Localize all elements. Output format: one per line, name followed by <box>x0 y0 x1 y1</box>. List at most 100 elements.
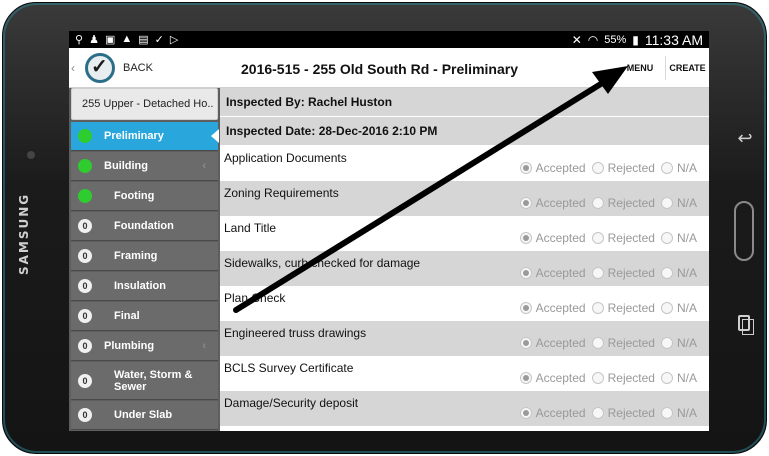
sidebar-item-water-storm-sewer[interactable]: 0 Water, Storm & Sewer <box>71 362 218 400</box>
status-count-badge: 0 <box>78 373 92 388</box>
option-label-na: N/A <box>676 231 697 245</box>
sidebar-item-foundation[interactable]: 0 Foundation <box>71 212 218 241</box>
status-dot-complete <box>78 159 92 173</box>
radio-rejected[interactable] <box>591 302 604 314</box>
radio-rejected[interactable] <box>591 372 604 384</box>
front-camera <box>27 151 35 159</box>
app-logo-icon[interactable]: ✓ <box>85 52 115 83</box>
option-group: Accepted Rejected N/A <box>519 266 699 280</box>
image-icon: ▤ <box>138 34 149 46</box>
sidebar-item-building[interactable]: Building ‹ <box>71 152 218 181</box>
chevron-left-icon: ‹ <box>202 340 206 352</box>
chevron-left-icon: ‹ <box>202 160 206 172</box>
radio-accepted[interactable] <box>519 162 532 174</box>
play-icon: ▷ <box>169 34 179 46</box>
sidebar-item-footing[interactable]: Footing <box>71 182 218 211</box>
radio-accepted[interactable] <box>519 407 532 419</box>
sidebar-item-under-slab[interactable]: 0 Under Slab <box>71 401 218 430</box>
sidebar-item-label: Water, Storm & Sewer <box>114 368 193 393</box>
clock: 11:33 AM <box>644 31 703 48</box>
radio-na[interactable] <box>660 302 673 314</box>
tablet-frame: SAMSUNG ↩ ⚲ ♟ ▣ ▲ ▤ ✓ ▷ ✕ ◠ 55% ▮ 11:33 … <box>2 2 767 454</box>
checklist-item-label: Sidewalks, curb checked for damage <box>224 256 421 270</box>
create-button[interactable]: CREATE <box>665 56 709 80</box>
radio-na[interactable] <box>660 232 673 244</box>
radio-accepted[interactable] <box>519 197 532 209</box>
warning-icon: ▲ <box>121 33 133 45</box>
option-label-rejected: Rejected <box>607 196 655 210</box>
option-label-na: N/A <box>676 371 697 385</box>
status-bar: ⚲ ♟ ▣ ▲ ▤ ✓ ▷ ✕ ◠ 55% ▮ 11:33 AM <box>69 31 709 48</box>
radio-rejected[interactable] <box>591 197 604 209</box>
inspected-date: Inspected Date: 28-Dec-2016 2:10 PM <box>220 117 709 145</box>
checklist-row: Application Documents Accepted Rejected N/A <box>220 146 709 181</box>
radio-na[interactable] <box>660 197 673 209</box>
radio-rejected[interactable] <box>591 267 604 279</box>
hardware-recent-apps-icon[interactable] <box>738 315 754 335</box>
status-dot-complete <box>78 189 92 203</box>
checklist-item-label: Plan Check <box>224 291 286 305</box>
checklist-row: Engineered truss drawings Accepted Rejecte… <box>220 321 709 356</box>
status-count-badge: 0 <box>78 219 92 233</box>
inspected-by: Inspected By: Rachel Huston <box>220 88 709 116</box>
radio-rejected[interactable] <box>591 337 604 349</box>
sidebar-item-preliminary[interactable]: Preliminary <box>71 122 219 151</box>
brand-logo: SAMSUNG <box>17 192 31 276</box>
status-right: ✕ ◠ 55% ▮ 11:33 AM <box>572 32 709 48</box>
status-count-badge: 0 <box>78 249 92 263</box>
option-label-na: N/A <box>676 196 697 210</box>
back-button[interactable]: BACK <box>123 62 153 74</box>
radio-accepted[interactable] <box>519 267 532 279</box>
checklist-row: BCLS Survey Certificate Accepted Rejected N… <box>220 356 709 391</box>
screen: ⚲ ♟ ▣ ▲ ▤ ✓ ▷ ✕ ◠ 55% ▮ 11:33 AM ‹ ✓ BAC… <box>69 31 709 431</box>
status-count-badge: 0 <box>78 309 92 323</box>
chevron-left-icon[interactable]: ‹ <box>71 61 81 75</box>
radio-accepted[interactable] <box>519 337 532 349</box>
radio-rejected[interactable] <box>591 162 604 174</box>
option-label-na: N/A <box>676 336 697 350</box>
radio-rejected[interactable] <box>591 232 604 244</box>
radio-accepted[interactable] <box>519 302 532 314</box>
sidebar-item-plumbing[interactable]: 0 Plumbing ‹ <box>71 332 218 361</box>
option-label-rejected: Rejected <box>607 161 655 175</box>
radio-na[interactable] <box>660 372 673 384</box>
option-group: Accepted Rejected N/A <box>519 196 699 210</box>
app-header: ‹ ✓ BACK 2016-515 - 255 Old South Rd - P… <box>69 48 709 88</box>
option-label-na: N/A <box>676 266 697 280</box>
main-content: Inspected By: Rachel Huston Inspected Da… <box>220 88 709 431</box>
option-group: Accepted Rejected N/A <box>519 371 699 385</box>
hardware-home-button[interactable] <box>734 201 754 261</box>
checklist-item-label: Application Documents <box>224 151 347 165</box>
checklist-item-label: Engineered truss drawings <box>224 326 367 340</box>
option-label-na: N/A <box>676 161 697 175</box>
sidebar-item-insulation[interactable]: 0 Insulation <box>71 272 218 301</box>
checklist-item-label: Damage/Security deposit <box>224 396 359 410</box>
radio-na[interactable] <box>660 337 673 349</box>
page-title: 2016-515 - 255 Old South Rd - Preliminar… <box>241 61 518 77</box>
checklist-row: Sidewalks, curb checked for damage Accept… <box>220 251 709 286</box>
sidebar-item-final[interactable]: 0 Final <box>71 302 218 331</box>
radio-na[interactable] <box>660 407 673 419</box>
radio-na[interactable] <box>660 267 673 279</box>
radio-accepted[interactable] <box>519 372 532 384</box>
sidebar-item-framing[interactable]: 0 Framing <box>71 242 218 271</box>
status-count-badge: 0 <box>78 339 92 353</box>
option-label-accepted: Accepted <box>535 231 586 245</box>
radio-na[interactable] <box>660 162 673 174</box>
checklist-row: Plan Check Accepted Rejected N/A <box>220 286 709 321</box>
option-label-accepted: Accepted <box>535 196 586 210</box>
battery-icon: ▮ <box>632 32 639 47</box>
battery-level: 55% <box>604 33 627 46</box>
option-label-na: N/A <box>676 406 697 420</box>
sidebar-title[interactable]: 255 Upper - Detached Ho.. <box>71 88 218 120</box>
option-group: Accepted Rejected N/A <box>519 406 699 420</box>
hardware-back-icon[interactable]: ↩ <box>734 127 756 149</box>
option-label-rejected: Rejected <box>607 301 655 315</box>
checklist-item-label: BCLS Survey Certificate <box>224 361 354 375</box>
status-count-badge: 0 <box>78 279 92 293</box>
radio-accepted[interactable] <box>519 232 532 244</box>
menu-button[interactable]: MENU <box>621 56 659 80</box>
option-label-accepted: Accepted <box>535 406 586 420</box>
sidebar-item-label: Footing <box>114 190 155 202</box>
radio-rejected[interactable] <box>591 407 604 419</box>
